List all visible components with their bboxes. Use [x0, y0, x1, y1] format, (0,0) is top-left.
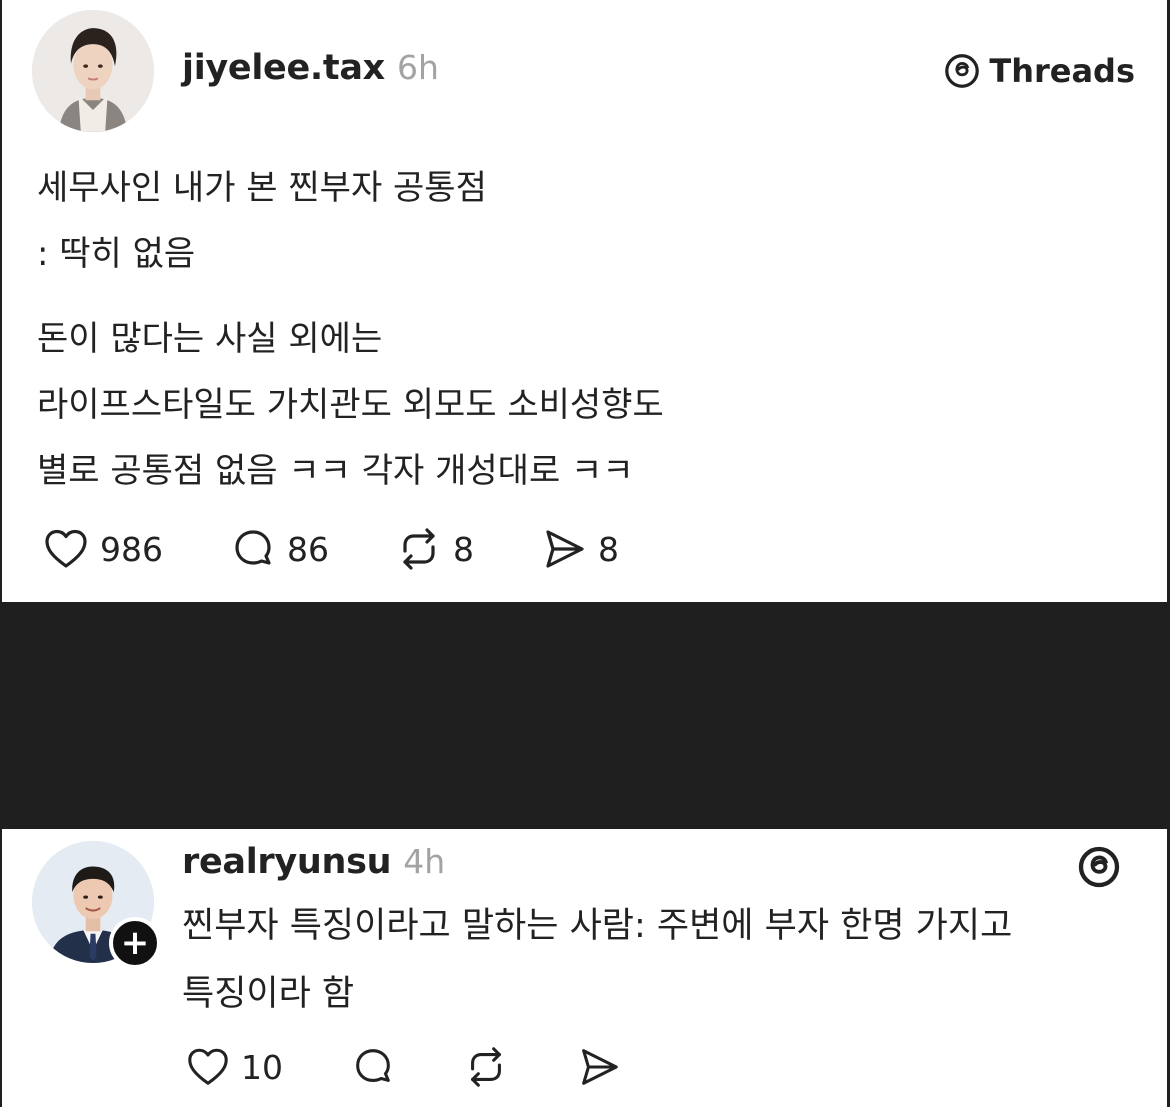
post-text-line: 돈이 많다는 사실 외에는 — [37, 319, 383, 359]
post-body-paragraph: 찐부자 특징이라고 말하는 사람: 주변에 부자 한명 가지고 특징이라 함 — [182, 892, 1012, 1028]
timestamp: 6h — [396, 48, 439, 87]
threads-brand: Threads — [943, 52, 1135, 90]
share-button[interactable]: 8 — [540, 525, 619, 573]
post-text-line: 별로 공통점 없음 ㅋㅋ 각자 개성대로 ㅋㅋ — [37, 451, 634, 491]
threads-wordmark: Threads — [989, 52, 1135, 90]
post-text-line: 세무사인 내가 본 찐부자 공통점 — [37, 168, 487, 208]
threads-logo-icon — [945, 54, 980, 88]
heart-icon — [45, 529, 87, 568]
like-button[interactable]: 10 — [185, 1044, 283, 1090]
username[interactable]: jiyelee.tax — [182, 48, 385, 88]
username[interactable]: realryunsu — [182, 842, 392, 882]
reply-icon — [356, 1049, 390, 1082]
post-card: jiyelee.tax 6h Threads 세무사인 내가 본 찐부자 공통점… — [2, 0, 1167, 602]
like-count: 986 — [100, 529, 163, 569]
action-bar: 10 — [185, 1044, 689, 1090]
like-button[interactable]: 986 — [42, 525, 163, 573]
avatar[interactable] — [32, 10, 154, 132]
post-card: + realryunsu 4h 찐부자 특징이라고 말하는 사람: 주변에 부자… — [2, 829, 1167, 1107]
post-body-paragraph: 세무사인 내가 본 찐부자 공통점 : 딱히 없음 — [37, 155, 487, 287]
reply-button[interactable]: 86 — [229, 525, 329, 573]
share-count: 8 — [598, 529, 619, 569]
share-button[interactable] — [576, 1044, 622, 1090]
reply-count: 86 — [287, 529, 329, 569]
post-text-line: 찐부자 특징이라고 말하는 사람: 주변에 부자 한명 가지고 — [182, 906, 1013, 946]
post-text-line: 특징이라 함 — [182, 974, 355, 1014]
post-header: realryunsu 4h — [182, 842, 445, 882]
heart-icon — [188, 1048, 228, 1085]
share-icon — [582, 1049, 618, 1085]
post-text-line: 라이프스타일도 가치관도 외모도 소비성향도 — [37, 385, 664, 425]
plus-icon: + — [120, 923, 150, 963]
reply-icon — [235, 530, 271, 565]
like-count: 10 — [241, 1047, 283, 1087]
post-body-paragraph: 돈이 많다는 사실 외에는 라이프스타일도 가치관도 외모도 소비성향도 별로 … — [37, 306, 664, 504]
repost-icon — [471, 1047, 501, 1087]
timestamp: 4h — [403, 842, 446, 881]
avatar-photo — [32, 10, 154, 132]
repost-button[interactable] — [463, 1044, 509, 1090]
follow-button[interactable]: + — [109, 917, 161, 969]
repost-count: 8 — [453, 529, 474, 569]
post-header: jiyelee.tax 6h — [182, 48, 439, 88]
threads-logo-icon — [1078, 846, 1120, 888]
post-text-line: : 딱히 없음 — [37, 234, 196, 274]
repost-button[interactable]: 8 — [395, 525, 474, 573]
action-bar: 986 86 8 8 — [42, 525, 685, 573]
repost-icon — [403, 528, 435, 570]
share-icon — [546, 530, 584, 568]
reply-button[interactable] — [350, 1044, 396, 1090]
